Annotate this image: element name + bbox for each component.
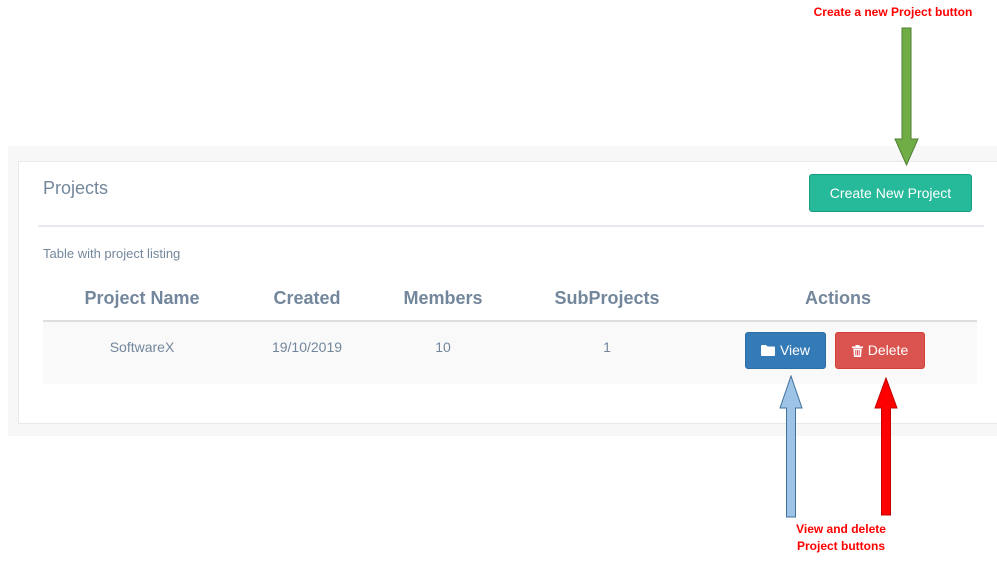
column-header-actions: Actions [804, 288, 871, 308]
cell-subprojects: 1 [603, 339, 611, 355]
view-button-label: View [779, 342, 811, 358]
title-divider [38, 225, 984, 227]
delete-button[interactable]: Delete [835, 332, 925, 369]
create-new-project-button[interactable]: Create New Project [809, 174, 972, 212]
green-arrow-icon [894, 27, 919, 167]
panel-title: Projects [43, 178, 109, 198]
folder-icon [760, 345, 775, 356]
column-header-created: Created [273, 288, 341, 308]
view-button[interactable]: View [745, 332, 826, 369]
create-button-annotation: Create a new Project button [813, 5, 973, 19]
table-caption: Table with project listing [43, 246, 181, 261]
column-header-project-name: Project Name [84, 288, 200, 308]
red-arrow-icon [874, 377, 898, 516]
delete-button-label: Delete [867, 342, 909, 358]
column-header-members: Members [403, 288, 483, 308]
cell-project-name: SoftwareX [109, 339, 175, 355]
actions-annotation-line2: Project buttons [796, 539, 885, 553]
cell-created: 19/10/2019 [271, 339, 343, 355]
column-header-subprojects: SubProjects [554, 288, 660, 308]
trash-icon [851, 344, 863, 357]
cell-members: 10 [435, 339, 451, 355]
actions-annotation-line1: View and delete [796, 522, 886, 536]
blue-arrow-icon [779, 375, 803, 518]
